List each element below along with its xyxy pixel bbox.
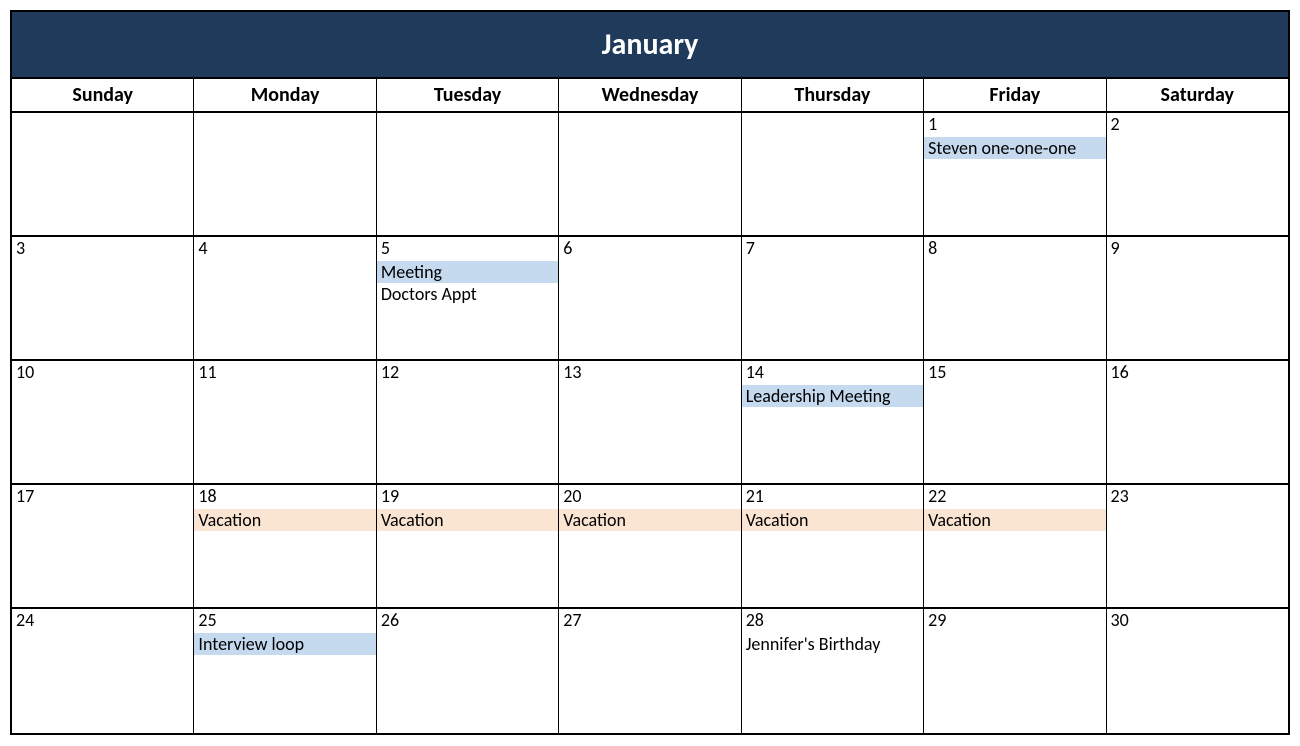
day-number: 18 xyxy=(194,485,375,509)
event[interactable]: Vacation xyxy=(559,509,740,532)
day-cell[interactable]: 21Vacation xyxy=(742,485,924,607)
day-cell[interactable]: 29 xyxy=(924,609,1106,733)
day-cell[interactable]: 18Vacation xyxy=(194,485,376,607)
day-cell[interactable]: 24 xyxy=(12,609,194,733)
day-cell[interactable] xyxy=(559,113,741,235)
day-number: 4 xyxy=(194,237,375,261)
day-cell[interactable]: 2 xyxy=(1107,113,1288,235)
event[interactable]: Leadership Meeting xyxy=(742,385,923,408)
day-number: 30 xyxy=(1107,609,1288,633)
day-cell[interactable]: 12 xyxy=(377,361,559,483)
day-cell[interactable]: 1Steven one-one-one xyxy=(924,113,1106,235)
day-number: 5 xyxy=(377,237,558,261)
day-cell[interactable]: 28Jennifer's Birthday xyxy=(742,609,924,733)
day-number: 22 xyxy=(924,485,1105,509)
event[interactable]: Vacation xyxy=(377,509,558,532)
day-cell[interactable]: 30 xyxy=(1107,609,1288,733)
day-number: 10 xyxy=(12,361,193,385)
day-number: 9 xyxy=(1107,237,1288,261)
day-number xyxy=(742,113,923,117)
day-number: 29 xyxy=(924,609,1105,633)
day-cell[interactable]: 8 xyxy=(924,237,1106,359)
month-title: January xyxy=(12,12,1288,77)
day-number: 25 xyxy=(194,609,375,633)
day-cell[interactable]: 20Vacation xyxy=(559,485,741,607)
day-number: 1 xyxy=(924,113,1105,137)
day-cell[interactable]: 14Leadership Meeting xyxy=(742,361,924,483)
weekday-header: Tuesday xyxy=(377,79,559,111)
day-cell[interactable]: 25Interview loop xyxy=(194,609,376,733)
day-number: 8 xyxy=(924,237,1105,261)
day-cell[interactable]: 13 xyxy=(559,361,741,483)
day-cell[interactable]: 26 xyxy=(377,609,559,733)
event[interactable]: Doctors Appt xyxy=(377,283,558,306)
day-number: 12 xyxy=(377,361,558,385)
week-row: 1011121314Leadership Meeting1516 xyxy=(12,361,1288,485)
week-row: 345MeetingDoctors Appt6789 xyxy=(12,237,1288,361)
day-cell[interactable] xyxy=(194,113,376,235)
day-cell[interactable]: 9 xyxy=(1107,237,1288,359)
day-cell[interactable] xyxy=(742,113,924,235)
day-cell[interactable]: 4 xyxy=(194,237,376,359)
day-number: 20 xyxy=(559,485,740,509)
event[interactable]: Vacation xyxy=(742,509,923,532)
day-number: 19 xyxy=(377,485,558,509)
week-row: 1Steven one-one-one2 xyxy=(12,113,1288,237)
weekday-header: Thursday xyxy=(742,79,924,111)
weekday-header: Sunday xyxy=(12,79,194,111)
day-cell[interactable]: 19Vacation xyxy=(377,485,559,607)
day-cell[interactable]: 6 xyxy=(559,237,741,359)
day-number: 11 xyxy=(194,361,375,385)
day-cell[interactable]: 11 xyxy=(194,361,376,483)
day-cell[interactable]: 16 xyxy=(1107,361,1288,483)
day-number: 3 xyxy=(12,237,193,261)
calendar: January Sunday Monday Tuesday Wednesday … xyxy=(10,10,1290,735)
weekday-header: Monday xyxy=(194,79,376,111)
day-cell[interactable]: 22Vacation xyxy=(924,485,1106,607)
day-number: 27 xyxy=(559,609,740,633)
day-cell[interactable]: 7 xyxy=(742,237,924,359)
day-number: 26 xyxy=(377,609,558,633)
day-cell[interactable]: 17 xyxy=(12,485,194,607)
event[interactable]: Meeting xyxy=(377,261,558,284)
day-cell[interactable]: 3 xyxy=(12,237,194,359)
week-row: 1718Vacation19Vacation20Vacation21Vacati… xyxy=(12,485,1288,609)
event[interactable]: Jennifer's Birthday xyxy=(742,633,923,656)
day-number: 16 xyxy=(1107,361,1288,385)
day-number: 17 xyxy=(12,485,193,509)
day-number: 23 xyxy=(1107,485,1288,509)
day-cell[interactable] xyxy=(377,113,559,235)
weekday-header: Saturday xyxy=(1107,79,1288,111)
day-number: 15 xyxy=(924,361,1105,385)
day-number: 13 xyxy=(559,361,740,385)
event[interactable]: Interview loop xyxy=(194,633,375,656)
event[interactable]: Steven one-one-one xyxy=(924,137,1105,160)
day-number: 24 xyxy=(12,609,193,633)
weekday-header-row: Sunday Monday Tuesday Wednesday Thursday… xyxy=(12,77,1288,113)
day-cell[interactable]: 10 xyxy=(12,361,194,483)
day-number: 6 xyxy=(559,237,740,261)
day-number xyxy=(194,113,375,117)
day-number: 7 xyxy=(742,237,923,261)
day-cell[interactable]: 23 xyxy=(1107,485,1288,607)
week-row: 2425Interview loop262728Jennifer's Birth… xyxy=(12,609,1288,733)
event[interactable]: Vacation xyxy=(924,509,1105,532)
day-number: 2 xyxy=(1107,113,1288,137)
weekday-header: Wednesday xyxy=(559,79,741,111)
day-number: 21 xyxy=(742,485,923,509)
day-number: 28 xyxy=(742,609,923,633)
event[interactable]: Vacation xyxy=(194,509,375,532)
day-cell[interactable] xyxy=(12,113,194,235)
day-cell[interactable]: 27 xyxy=(559,609,741,733)
day-cell[interactable]: 15 xyxy=(924,361,1106,483)
day-number xyxy=(12,113,193,117)
day-number xyxy=(377,113,558,117)
day-number xyxy=(559,113,740,117)
weekday-header: Friday xyxy=(924,79,1106,111)
day-cell[interactable]: 5MeetingDoctors Appt xyxy=(377,237,559,359)
day-number: 14 xyxy=(742,361,923,385)
